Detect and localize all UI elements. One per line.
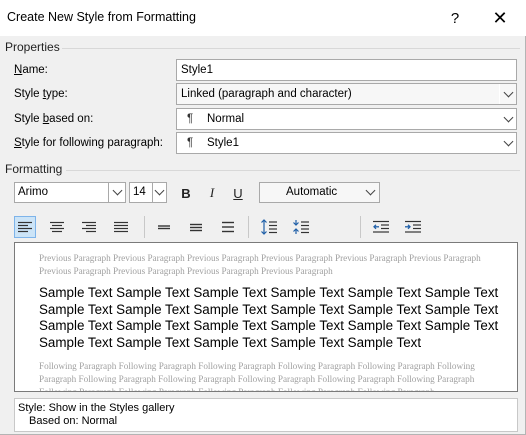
justify-icon [114,221,128,233]
align-left-icon [18,221,32,233]
description-line-2: Based on: Normal [29,415,118,427]
description-line-1: Style: Show in the Styles gallery [18,402,175,414]
chevron-down-icon[interactable] [499,109,516,129]
style-description: Style: Show in the Styles gallery Based … [14,398,518,432]
close-button[interactable]: ✕ [480,3,520,33]
chevron-down-icon[interactable] [108,183,125,202]
toolbar-separator [360,216,361,238]
previous-paragraph-text: Previous Paragraph Previous Paragraph Pr… [39,253,481,276]
increase-indent-icon [405,220,421,233]
title-bar: Create New Style from Formatting ? ✕ [0,0,526,36]
align-center-icon [50,221,64,233]
help-button[interactable]: ? [435,3,475,33]
toolbar-separator [248,216,249,238]
onehalf-spacing-icon [190,223,202,232]
underline-button[interactable]: U [227,182,249,204]
formatting-divider [66,170,520,171]
style-preview: Previous Paragraph Previous Paragraph Pr… [14,242,518,392]
chevron-down-icon[interactable] [152,183,166,202]
style-type-select[interactable]: Linked (paragraph and character) [176,83,517,105]
chevron-down-icon[interactable] [362,183,379,202]
name-input-value: Style1 [181,64,213,76]
following-paragraph-label: Style for following paragraph: [14,137,163,149]
increase-indent-button[interactable] [402,216,424,238]
based-on-select[interactable]: ¶ Normal [176,108,517,130]
single-spacing-icon [158,225,170,230]
font-color-value: Automatic [286,186,338,198]
align-center-button[interactable] [46,216,68,238]
help-icon: ? [450,9,460,27]
dialog-title: Create New Style from Formatting [7,10,196,24]
decrease-paragraph-spacing-button[interactable] [290,216,312,238]
double-spacing-button[interactable] [217,216,239,238]
properties-group-label: Properties [5,40,60,54]
style-type-label: Style type: [14,88,68,100]
following-paragraph-text: Following Paragraph Following Paragraph … [39,361,475,392]
onehalf-spacing-button[interactable] [185,216,207,238]
formatting-group-label: Formatting [5,162,63,176]
name-label: Name: [14,64,48,76]
chevron-down-icon[interactable] [499,84,516,104]
font-name-value: Arimo [18,186,49,198]
paragraph-style-icon: ¶ [187,113,194,125]
properties-divider [62,48,520,49]
paragraph-spacing-decrease-icon [293,220,309,234]
based-on-value: Normal [207,113,245,125]
increase-paragraph-spacing-button[interactable] [258,216,280,238]
following-paragraph-select[interactable]: ¶ Style1 [176,132,517,154]
justify-button[interactable] [110,216,132,238]
based-on-label: Style based on: [14,113,94,125]
paragraph-spacing-increase-icon [261,219,277,235]
font-size-value: 14 [133,186,146,198]
decrease-indent-icon [373,220,389,233]
style-type-value: Linked (paragraph and character) [181,88,352,100]
bold-button[interactable]: B [175,182,197,204]
align-right-button[interactable] [78,216,100,238]
chevron-down-icon[interactable] [499,133,516,153]
sample-text: Sample Text Sample Text Sample Text Samp… [39,285,499,350]
italic-button[interactable]: I [201,182,223,204]
align-right-icon [82,221,96,233]
double-spacing-icon [222,221,234,233]
toolbar-separator [144,216,145,238]
close-icon: ✕ [492,7,508,28]
following-paragraph-value: Style1 [207,137,239,149]
font-color-combo[interactable]: Automatic [259,182,380,203]
paragraph-style-icon: ¶ [187,137,194,149]
decrease-indent-button[interactable] [370,216,392,238]
align-left-button[interactable] [14,216,36,238]
name-input[interactable]: Style1 [176,59,517,81]
single-spacing-button[interactable] [153,216,175,238]
font-name-combo[interactable]: Arimo [14,182,126,203]
font-size-combo[interactable]: 14 [129,182,167,203]
create-style-dialog: Create New Style from Formatting ? ✕ Pro… [0,0,526,435]
